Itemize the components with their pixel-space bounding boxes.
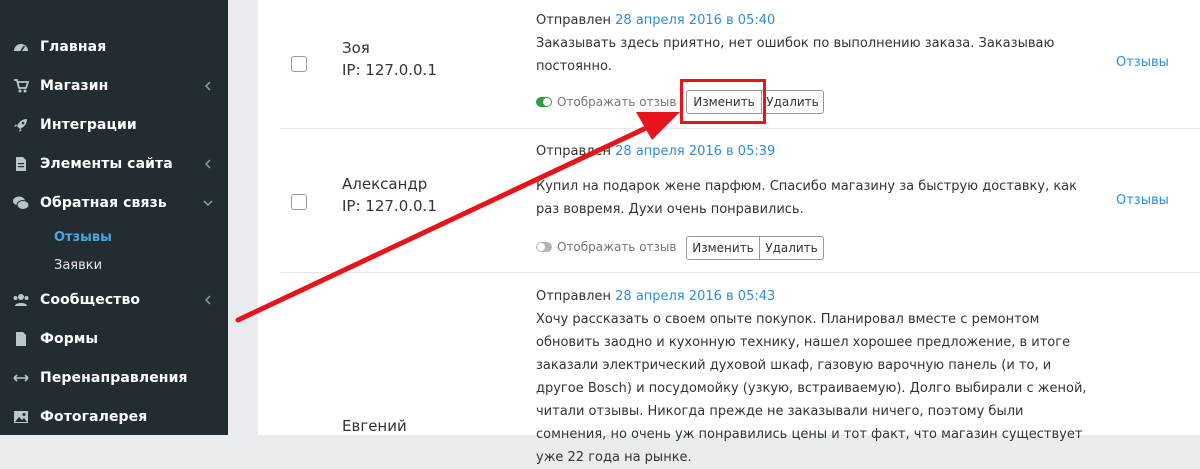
annotation-arrow [235,112,680,323]
